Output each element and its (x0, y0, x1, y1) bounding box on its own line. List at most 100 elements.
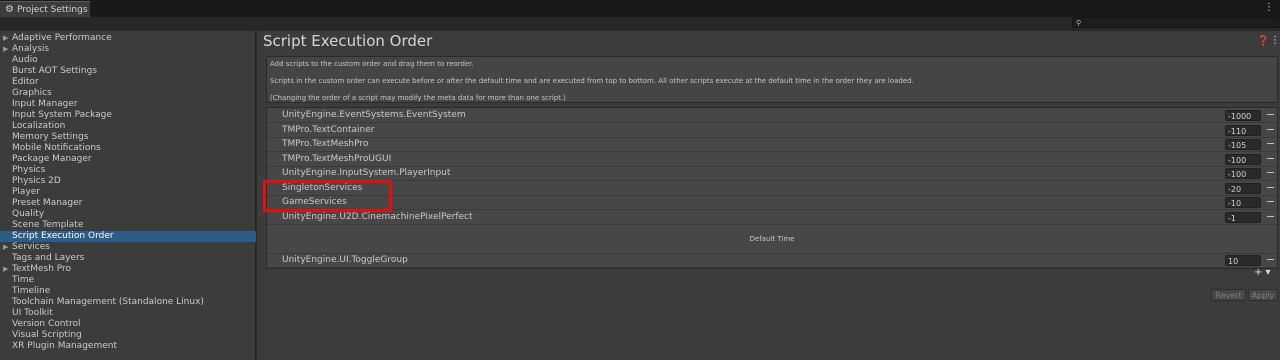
script-name: TMPro.TextContainer (282, 124, 375, 135)
help-icon[interactable]: ❓ (1257, 36, 1269, 47)
execution-order-field[interactable]: -1 (1225, 211, 1261, 223)
info-line: Add scripts to the custom order and drag… (270, 60, 474, 68)
sidebar-item[interactable]: Editor (0, 77, 256, 88)
sidebar-item[interactable]: Package Manager (0, 154, 256, 165)
window-menu-icon[interactable]: ⋮ (1264, 2, 1274, 13)
sidebar-item-label: Quality (12, 209, 45, 219)
remove-script-button[interactable]: − (1266, 152, 1275, 165)
panel-menu-icon[interactable]: ⋮ (1270, 35, 1280, 46)
remove-script-button[interactable]: − (1266, 137, 1275, 150)
sidebar-item-label: Scene Template (12, 220, 84, 230)
add-script-button[interactable]: + ▾ (1254, 267, 1271, 278)
sidebar-item-label: Version Control (12, 319, 81, 329)
execution-order-field[interactable]: -10 (1225, 197, 1261, 208)
sidebar-item[interactable]: XR Plugin Management (0, 341, 256, 352)
sidebar-item[interactable]: Scene Template (0, 220, 256, 231)
sidebar-item-label: Player (12, 187, 41, 197)
sidebar-item[interactable]: Version Control (0, 319, 256, 330)
sidebar-item[interactable]: Physics 2D (0, 176, 256, 187)
execution-order-field[interactable]: -20 (1225, 182, 1261, 194)
sidebar-item-label: Physics 2D (12, 176, 61, 186)
execution-order-field[interactable]: 10 (1225, 255, 1261, 266)
execution-order-field[interactable]: -1000 (1225, 110, 1261, 121)
info-box: Add scripts to the custom order and drag… (266, 56, 1278, 103)
execution-order-field[interactable]: -105 (1225, 139, 1261, 150)
script-order-row[interactable]: GameServices -10− (267, 195, 1277, 210)
info-line: (Changing the order of a script may modi… (270, 94, 566, 102)
remove-script-button[interactable]: − (1266, 181, 1275, 194)
toolbar: ⚲ (0, 17, 1280, 30)
sidebar-item[interactable]: ▶ Adaptive Performance (0, 33, 256, 44)
info-line: Scripts in the custom order can execute … (270, 77, 914, 85)
gear-icon: ⚙ (5, 4, 14, 15)
sidebar-item[interactable]: ▶ Services (0, 242, 256, 253)
script-name: TMPro.TextMeshProUGUI (282, 153, 392, 164)
sidebar-item[interactable]: Burst AOT Settings (0, 66, 256, 77)
sidebar-item-label: TextMesh Pro (12, 264, 72, 274)
sidebar-item-label: Localization (12, 121, 66, 131)
execution-order-field[interactable]: -110 (1225, 124, 1261, 136)
script-order-row[interactable]: TMPro.TextMeshProUGUI -100− (267, 152, 1277, 167)
sidebar-item-label: Preset Manager (12, 198, 83, 208)
execution-order-field[interactable]: -100 (1225, 168, 1261, 179)
sidebar-item[interactable]: Memory Settings (0, 132, 256, 143)
sidebar-item[interactable]: Audio (0, 55, 256, 66)
search-input[interactable] (1081, 18, 1266, 27)
sidebar-item[interactable]: Toolchain Management (Standalone Linux) (0, 297, 256, 308)
script-order-row[interactable]: TMPro.TextContainer -110− (267, 123, 1277, 138)
sidebar-item-label: Graphics (12, 88, 52, 98)
sidebar-item-label: Visual Scripting (12, 330, 82, 340)
execution-order-field[interactable]: -100 (1225, 153, 1261, 165)
expand-arrow-icon[interactable]: ▶ (3, 242, 8, 253)
expand-arrow-icon[interactable]: ▶ (3, 44, 8, 55)
search-box[interactable]: ⚲ (1072, 17, 1280, 28)
remove-script-button[interactable]: − (1266, 108, 1275, 121)
sidebar-item[interactable]: Physics (0, 165, 256, 176)
script-order-row[interactable]: TMPro.TextMeshPro -105− (267, 137, 1277, 152)
sidebar-item[interactable]: UI Toolkit (0, 308, 256, 319)
script-order-row[interactable]: UnityEngine.EventSystems.EventSystem -100… (267, 108, 1277, 123)
script-order-row[interactable]: UnityEngine.UI.ToggleGroup 10− (267, 253, 1277, 268)
sidebar-item-label: Package Manager (12, 154, 92, 164)
script-name: GameServices (282, 197, 347, 207)
sidebar-item[interactable]: Quality (0, 209, 256, 220)
sidebar-item[interactable]: Mobile Notifications (0, 143, 256, 154)
sidebar-item[interactable]: Preset Manager (0, 198, 256, 209)
sidebar-item[interactable]: Input System Package (0, 110, 256, 121)
script-order-row[interactable]: SingletonServices -20− (267, 181, 1277, 196)
sidebar-item[interactable]: Localization (0, 121, 256, 132)
script-name: UnityEngine.U2D.CinemachinePixelPerfect (282, 211, 473, 222)
sidebar-item[interactable]: Visual Scripting (0, 330, 256, 341)
sidebar-item[interactable]: Time (0, 275, 256, 286)
sidebar-item-label: Editor (12, 77, 39, 87)
project-settings-tab[interactable]: ⚙ Project Settings (0, 1, 90, 17)
sidebar-item-label: Toolchain Management (Standalone Linux) (12, 297, 204, 307)
remove-script-button[interactable]: − (1266, 195, 1275, 208)
remove-script-button[interactable]: − (1266, 123, 1275, 136)
apply-button[interactable]: Apply (1248, 289, 1278, 301)
script-name: UnityEngine.EventSystems.EventSystem (282, 110, 466, 120)
tab-title: Project Settings (16, 4, 88, 15)
script-order-row[interactable]: UnityEngine.U2D.CinemachinePixelPerfect -… (267, 210, 1277, 225)
remove-script-button[interactable]: − (1266, 166, 1275, 179)
settings-sidebar: ▶ Adaptive Performance ▶ Analysis Audio Burst… (0, 31, 256, 360)
sidebar-item-label: Time (12, 275, 35, 285)
expand-arrow-icon[interactable]: ▶ (3, 33, 8, 44)
sidebar-item[interactable]: Graphics (0, 88, 256, 99)
sidebar-item[interactable]: Script Execution Order (0, 231, 256, 242)
remove-script-button[interactable]: − (1266, 253, 1275, 266)
remove-script-button[interactable]: − (1266, 210, 1275, 223)
sidebar-item[interactable]: Tags and Layers (0, 253, 256, 264)
sidebar-item-label: Burst AOT Settings (12, 66, 98, 76)
sidebar-item-label: UI Toolkit (12, 308, 53, 318)
sidebar-item[interactable]: Input Manager (0, 99, 256, 110)
script-name: SingletonServices (282, 182, 363, 193)
expand-arrow-icon[interactable]: ▶ (3, 264, 8, 275)
sidebar-item[interactable]: ▶ Analysis (0, 44, 256, 55)
sidebar-item-label: Adaptive Performance (12, 33, 112, 43)
script-order-row[interactable]: UnityEngine.InputSystem.PlayerInput -100− (267, 166, 1277, 181)
sidebar-item[interactable]: Player (0, 187, 256, 198)
revert-button[interactable]: Revert (1211, 289, 1246, 301)
sidebar-item[interactable]: ▶ TextMesh Pro (0, 264, 256, 275)
sidebar-item[interactable]: Timeline (0, 286, 256, 297)
